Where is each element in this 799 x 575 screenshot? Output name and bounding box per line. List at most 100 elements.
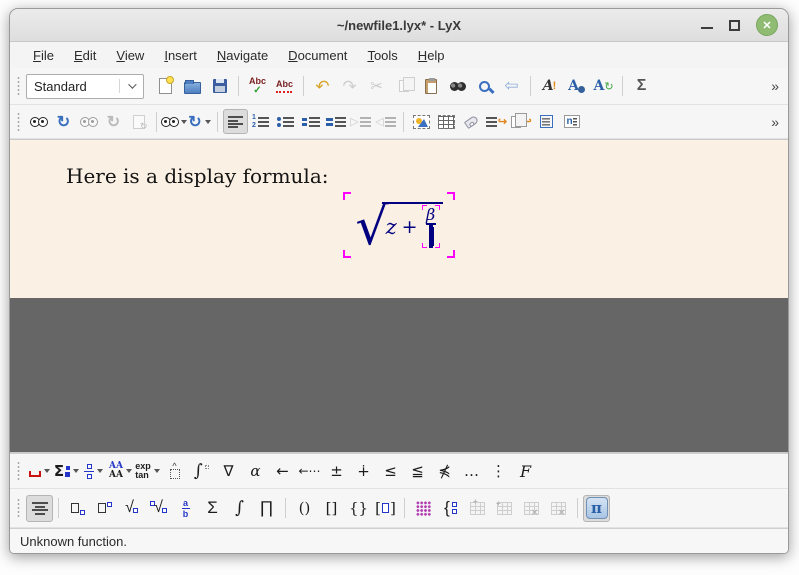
update-button[interactable]: ↻ — [51, 109, 76, 134]
navigate-back-button[interactable]: ⇦ — [498, 73, 525, 100]
copy-button[interactable] — [390, 73, 417, 100]
close-icon[interactable] — [756, 14, 778, 36]
insert-matrix-button[interactable] — [410, 495, 437, 522]
combo-dropdown-icon[interactable] — [119, 79, 136, 93]
greek-letters-button[interactable]: α — [242, 458, 269, 485]
cut-button[interactable]: ✂ — [363, 73, 390, 100]
dots-button[interactable]: … — [458, 458, 485, 485]
fraction-menu-button[interactable] — [80, 458, 107, 485]
insert-label-button[interactable] — [459, 109, 484, 134]
menu-file[interactable]: File — [24, 45, 63, 66]
menu-edit[interactable]: Edit — [65, 45, 105, 66]
menu-navigate[interactable]: Navigate — [208, 45, 277, 66]
vertical-dots-button[interactable]: ⋮ — [485, 458, 512, 485]
spellcheck-continuously-button[interactable]: Abc — [271, 73, 298, 100]
menu-tools[interactable]: Tools — [358, 45, 406, 66]
math-inset[interactable]: √ z + β — [343, 192, 454, 258]
menu-view[interactable]: View — [107, 45, 153, 66]
redo-button[interactable]: ↷ — [336, 73, 363, 100]
view-source-button[interactable] — [126, 109, 151, 134]
undo-button[interactable]: ↶ — [309, 73, 336, 100]
increase-depth-button[interactable]: ▷ — [348, 109, 373, 134]
insert-table-button[interactable] — [434, 109, 459, 134]
insert-graphics-button[interactable] — [409, 109, 434, 134]
layout-standard-button[interactable] — [223, 109, 248, 134]
insert-index-entry-button[interactable] — [534, 109, 559, 134]
update-other-formats-button[interactable]: ↻ — [187, 109, 212, 134]
add-column-button[interactable] — [491, 495, 518, 522]
arrows-button[interactable]: ← — [269, 458, 296, 485]
document-page[interactable]: Here is a display formula: √ z + — [10, 140, 788, 298]
toolbar-drag-handle[interactable] — [16, 112, 21, 132]
toolbar-drag-handle[interactable] — [16, 76, 21, 96]
save-document-button[interactable] — [206, 73, 233, 100]
paragraph-text[interactable]: Here is a display formula: — [66, 164, 328, 188]
math-panel-toggle[interactable]: π — [583, 495, 610, 522]
brackets-button[interactable]: [] — [318, 495, 345, 522]
menu-help[interactable]: Help — [409, 45, 454, 66]
menu-document[interactable]: Document — [279, 45, 356, 66]
find-button[interactable] — [444, 73, 471, 100]
frame-decoration-button[interactable]: ^ — [161, 458, 188, 485]
delimiters-button[interactable]: [ ] — [372, 495, 399, 522]
math-font-button[interactable]: AAAA — [107, 458, 134, 485]
open-document-button[interactable] — [179, 73, 206, 100]
ams-relations-button[interactable]: ≦ — [404, 458, 431, 485]
insert-cross-reference-button[interactable]: ↪ — [484, 109, 509, 134]
check-spelling-button[interactable]: Abc✓ — [244, 73, 271, 100]
toolbar-drag-handle[interactable] — [16, 498, 21, 518]
minimize-icon[interactable] — [701, 19, 713, 31]
binary-operators-button[interactable]: ± — [323, 458, 350, 485]
paragraph-style-combo[interactable]: Standard — [26, 74, 144, 99]
ams-negative-relations-button[interactable]: ⋠ — [431, 458, 458, 485]
insert-nomenclature-button[interactable]: n — [559, 109, 584, 134]
sum-button[interactable]: Σ — [199, 495, 226, 522]
view-other-formats-button[interactable] — [162, 109, 187, 134]
display-formula-toggle[interactable] — [26, 495, 53, 522]
layout-enumerate-button[interactable]: 12 — [248, 109, 273, 134]
toggle-emphasis-button[interactable]: A ! — [536, 73, 563, 100]
dot-plus-button[interactable]: ∔ — [350, 458, 377, 485]
toolbar-overflow-button[interactable]: » — [768, 78, 782, 94]
insert-cases-button[interactable]: { — [437, 495, 464, 522]
delete-row-button[interactable] — [518, 495, 545, 522]
decrease-depth-button[interactable]: ◁ — [373, 109, 398, 134]
apply-last-style-button[interactable]: A ↻ — [590, 73, 617, 100]
toolbar-drag-handle[interactable] — [16, 461, 21, 481]
math-spacing-button[interactable] — [26, 458, 53, 485]
integral-button[interactable]: ∫ — [226, 495, 253, 522]
braces-button[interactable]: {} — [345, 495, 372, 522]
math-functions-button[interactable]: exptan — [134, 458, 161, 485]
superscript-button[interactable] — [91, 495, 118, 522]
update-master-button[interactable]: ↻ — [101, 109, 126, 134]
menu-insert[interactable]: Insert — [155, 45, 206, 66]
nth-root-button[interactable]: √ — [145, 495, 172, 522]
math-macro-button[interactable]: F — [512, 458, 539, 485]
add-row-button[interactable] — [464, 495, 491, 522]
new-document-button[interactable] — [152, 73, 179, 100]
big-operators-button[interactable]: Σ — [53, 458, 80, 485]
delete-column-button[interactable] — [545, 495, 572, 522]
relations-button[interactable]: ≤ — [377, 458, 404, 485]
view-button[interactable] — [26, 109, 51, 134]
layout-list-button[interactable] — [298, 109, 323, 134]
view-master-button[interactable] — [76, 109, 101, 134]
fraction-button[interactable]: ab — [172, 495, 199, 522]
subscript-button[interactable] — [64, 495, 91, 522]
big-operator-integral-button[interactable]: ∫ — [188, 458, 215, 485]
layout-itemize-button[interactable] — [273, 109, 298, 134]
find-replace-button[interactable] — [471, 73, 498, 100]
maximize-icon[interactable] — [729, 20, 740, 31]
work-area[interactable]: Here is a display formula: √ z + — [10, 139, 788, 453]
parentheses-button[interactable]: () — [291, 495, 318, 522]
insert-math-button[interactable]: Σ — [628, 73, 655, 100]
empty-math-box[interactable] — [429, 225, 433, 248]
toolbar-overflow-button[interactable]: » — [768, 114, 782, 130]
toggle-noun-button[interactable]: A — [563, 73, 590, 100]
insert-citation-button[interactable]: ↩ — [509, 109, 534, 134]
misc-symbols-button[interactable]: ∇ — [215, 458, 242, 485]
titlebar[interactable]: ~/newfile1.lyx* - LyX — [10, 9, 788, 42]
sqrt-button[interactable]: √ — [118, 495, 145, 522]
paste-button[interactable] — [417, 73, 444, 100]
layout-description-button[interactable] — [323, 109, 348, 134]
